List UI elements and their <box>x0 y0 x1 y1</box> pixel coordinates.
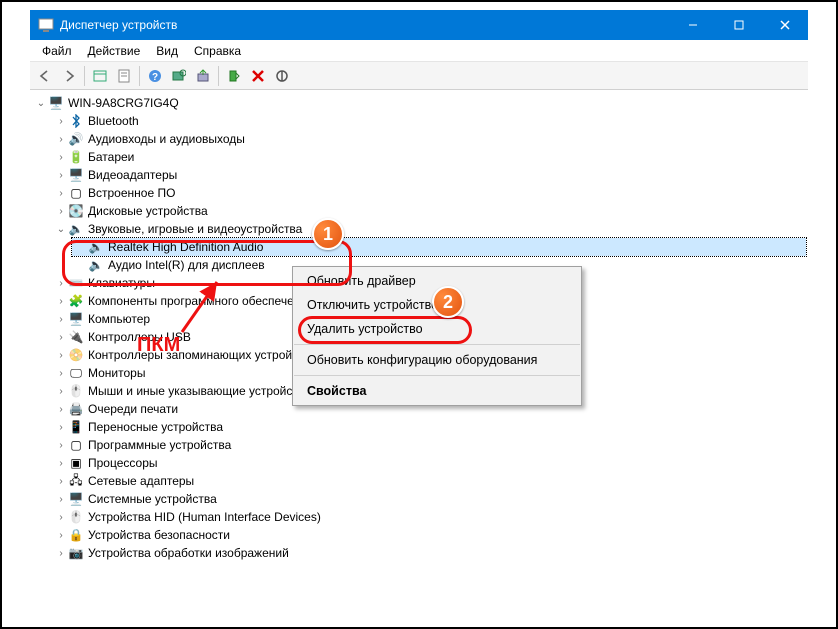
ctx-separator <box>294 344 580 345</box>
uninstall-button[interactable] <box>247 65 269 87</box>
tree-audio-io[interactable]: ›🔊Аудиовходы и аудиовыходы <box>52 130 806 148</box>
tree-system-devices[interactable]: ›🖥️Системные устройства <box>52 490 806 508</box>
imaging-icon: 📷 <box>68 545 84 561</box>
minimize-button[interactable] <box>670 10 716 40</box>
security-icon: 🔒 <box>68 527 84 543</box>
svg-text:?: ? <box>152 72 158 83</box>
app-icon <box>38 17 54 33</box>
chip-icon: ▢ <box>68 185 84 201</box>
usb-icon: 🔌 <box>68 329 84 345</box>
software-device-icon: ▢ <box>68 437 84 453</box>
forward-button[interactable] <box>58 65 80 87</box>
menu-view[interactable]: Вид <box>148 42 186 60</box>
properties-button[interactable] <box>113 65 135 87</box>
display-adapter-icon: 🖥️ <box>68 167 84 183</box>
tree-software-devices[interactable]: ›▢Программные устройства <box>52 436 806 454</box>
network-icon: 🖧 <box>68 473 84 489</box>
printer-icon: 🖨️ <box>68 401 84 417</box>
disable-button[interactable] <box>271 65 293 87</box>
scan-hardware-button[interactable] <box>168 65 190 87</box>
tree-security-devices[interactable]: ›🔒Устройства безопасности <box>52 526 806 544</box>
disk-icon: 💽 <box>68 203 84 219</box>
mouse-icon: 🖱️ <box>68 383 84 399</box>
menu-action[interactable]: Действие <box>80 42 149 60</box>
portable-icon: 📱 <box>68 419 84 435</box>
annotation-badge-1: 1 <box>312 218 344 250</box>
computer-icon: 🖥️ <box>48 95 64 111</box>
ctx-separator <box>294 375 580 376</box>
battery-icon: 🔋 <box>68 149 84 165</box>
tree-imaging-devices[interactable]: ›📷Устройства обработки изображений <box>52 544 806 562</box>
tree-sound-video-game[interactable]: ⌄🔈Звуковые, игровые и видеоустройства <box>52 220 806 238</box>
tree-processors[interactable]: ›▣Процессоры <box>52 454 806 472</box>
tree-batteries[interactable]: ›🔋Батареи <box>52 148 806 166</box>
ctx-scan-hardware[interactable]: Обновить конфигурацию оборудования <box>293 348 581 372</box>
close-button[interactable] <box>762 10 808 40</box>
update-driver-button[interactable] <box>192 65 214 87</box>
system-device-icon: 🖥️ <box>68 491 84 507</box>
speaker-icon: 🔊 <box>68 131 84 147</box>
menu-bar: Файл Действие Вид Справка <box>30 40 808 62</box>
computer-icon: 🖥️ <box>68 311 84 327</box>
tree-portable-devices[interactable]: ›📱Переносные устройства <box>52 418 806 436</box>
hid-icon: 🖱️ <box>68 509 84 525</box>
annotation-badge-2: 2 <box>432 286 464 318</box>
show-hide-tree-button[interactable] <box>89 65 111 87</box>
monitor-icon: 🖵 <box>68 365 84 381</box>
help-button[interactable]: ? <box>144 65 166 87</box>
menu-file[interactable]: Файл <box>34 42 80 60</box>
tree-disk-drives[interactable]: ›💽Дисковые устройства <box>52 202 806 220</box>
tree-bluetooth[interactable]: ›Bluetooth <box>52 112 806 130</box>
toolbar: ? <box>30 62 808 90</box>
menu-help[interactable]: Справка <box>186 42 249 60</box>
window-title: Диспетчер устройств <box>60 18 177 32</box>
cpu-icon: ▣ <box>68 455 84 471</box>
storage-icon: 📀 <box>68 347 84 363</box>
ctx-properties[interactable]: Свойства <box>293 379 581 403</box>
component-icon: 🧩 <box>68 293 84 309</box>
annotation-ring-2 <box>298 316 472 344</box>
title-bar: Диспетчер устройств <box>30 10 808 40</box>
speaker-icon: 🔈 <box>68 221 84 237</box>
annotation-arrow <box>172 272 232 342</box>
enable-device-button[interactable] <box>223 65 245 87</box>
tree-video-adapters[interactable]: ›🖥️Видеоадаптеры <box>52 166 806 184</box>
tree-root[interactable]: ⌄🖥️WIN-9A8CRG7IG4Q <box>32 94 806 112</box>
maximize-button[interactable] <box>716 10 762 40</box>
bluetooth-icon <box>68 113 84 129</box>
tree-firmware[interactable]: ›▢Встроенное ПО <box>52 184 806 202</box>
tree-hid[interactable]: ›🖱️Устройства HID (Human Interface Devic… <box>52 508 806 526</box>
tree-network-adapters[interactable]: ›🖧Сетевые адаптеры <box>52 472 806 490</box>
back-button[interactable] <box>34 65 56 87</box>
